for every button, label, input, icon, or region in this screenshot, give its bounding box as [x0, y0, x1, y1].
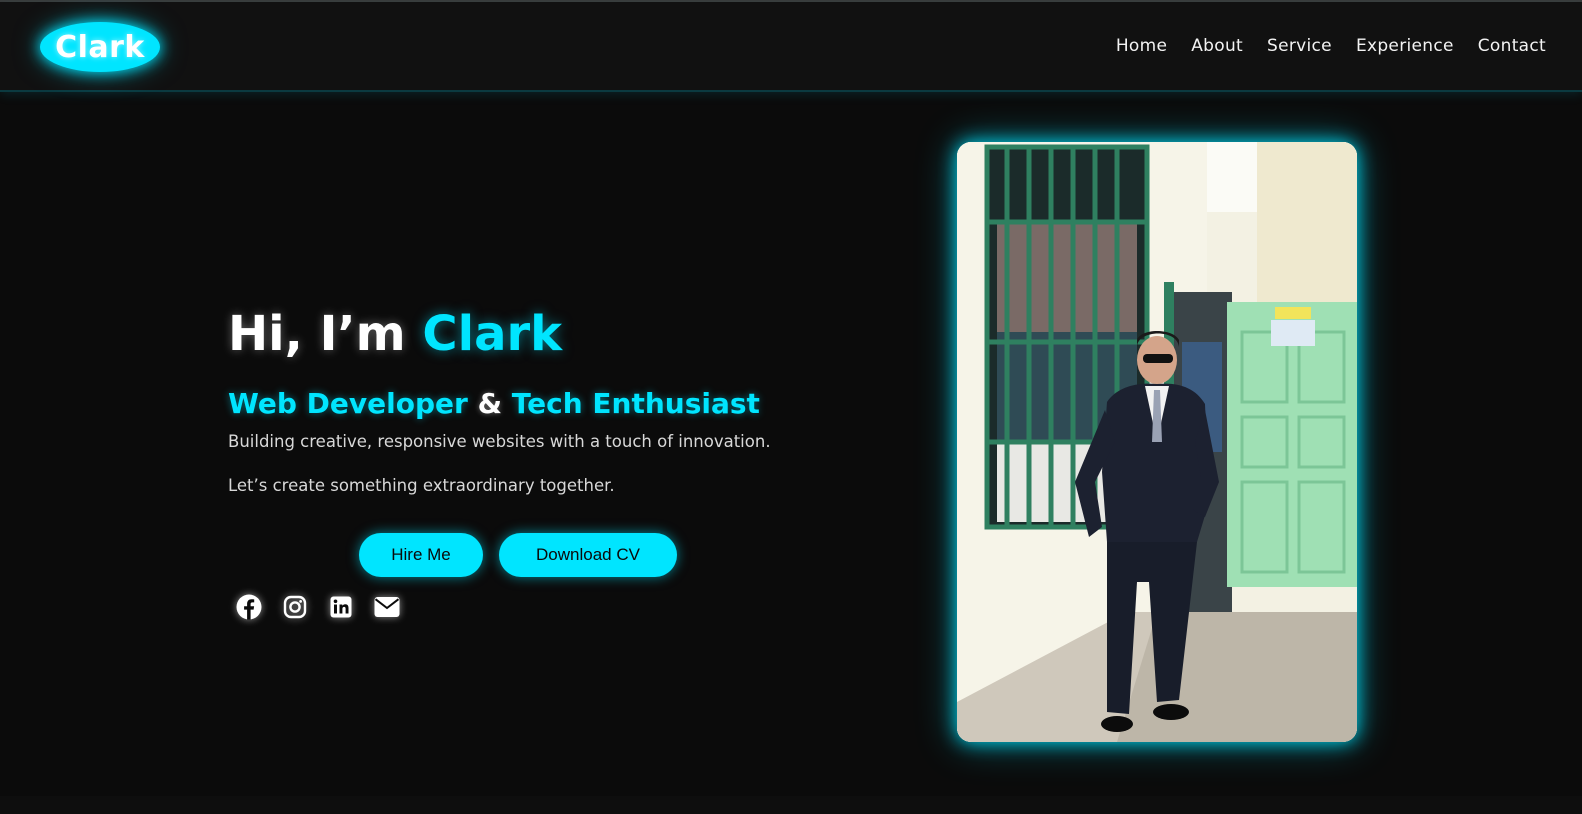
- main-nav: Home About Service Experience Contact: [1116, 36, 1546, 56]
- hero-role: Web Developer & Tech Enthusiast: [228, 387, 848, 421]
- hire-me-button[interactable]: Hire Me: [359, 533, 483, 577]
- hero-tagline: Let’s create something extraordinary tog…: [228, 476, 615, 495]
- mail-icon[interactable]: [374, 594, 400, 620]
- hero-name: Clark: [422, 306, 563, 362]
- role-ampersand: &: [467, 387, 512, 420]
- role-web-developer: Web Developer: [228, 387, 468, 420]
- nav-home[interactable]: Home: [1116, 36, 1167, 56]
- bottom-strip: [0, 796, 1582, 814]
- site-header: Clark Home About Service Experience Cont…: [0, 2, 1582, 92]
- facebook-icon[interactable]: [236, 594, 262, 620]
- nav-contact[interactable]: Contact: [1478, 36, 1546, 56]
- profile-photo: [957, 142, 1357, 742]
- greeting: Hi, I’m: [228, 306, 423, 362]
- logo[interactable]: Clark: [40, 22, 160, 72]
- hero-description: Building creative, responsive websites w…: [228, 432, 771, 451]
- nav-experience[interactable]: Experience: [1356, 36, 1454, 56]
- hero-section: Hi, I’m Clark Web Developer & Tech Enthu…: [228, 305, 848, 497]
- role-tech-enthusiast: Tech Enthusiast: [511, 387, 760, 420]
- linkedin-icon[interactable]: [328, 594, 354, 620]
- nav-about[interactable]: About: [1191, 36, 1243, 56]
- hero-buttons: Hire Me Download CV: [359, 533, 677, 577]
- nav-service[interactable]: Service: [1267, 36, 1332, 56]
- social-links: [236, 594, 400, 620]
- instagram-icon[interactable]: [282, 594, 308, 620]
- download-cv-button[interactable]: Download CV: [499, 533, 677, 577]
- hero-heading: Hi, I’m Clark: [228, 305, 848, 363]
- profile-photo-illustration: [957, 142, 1357, 742]
